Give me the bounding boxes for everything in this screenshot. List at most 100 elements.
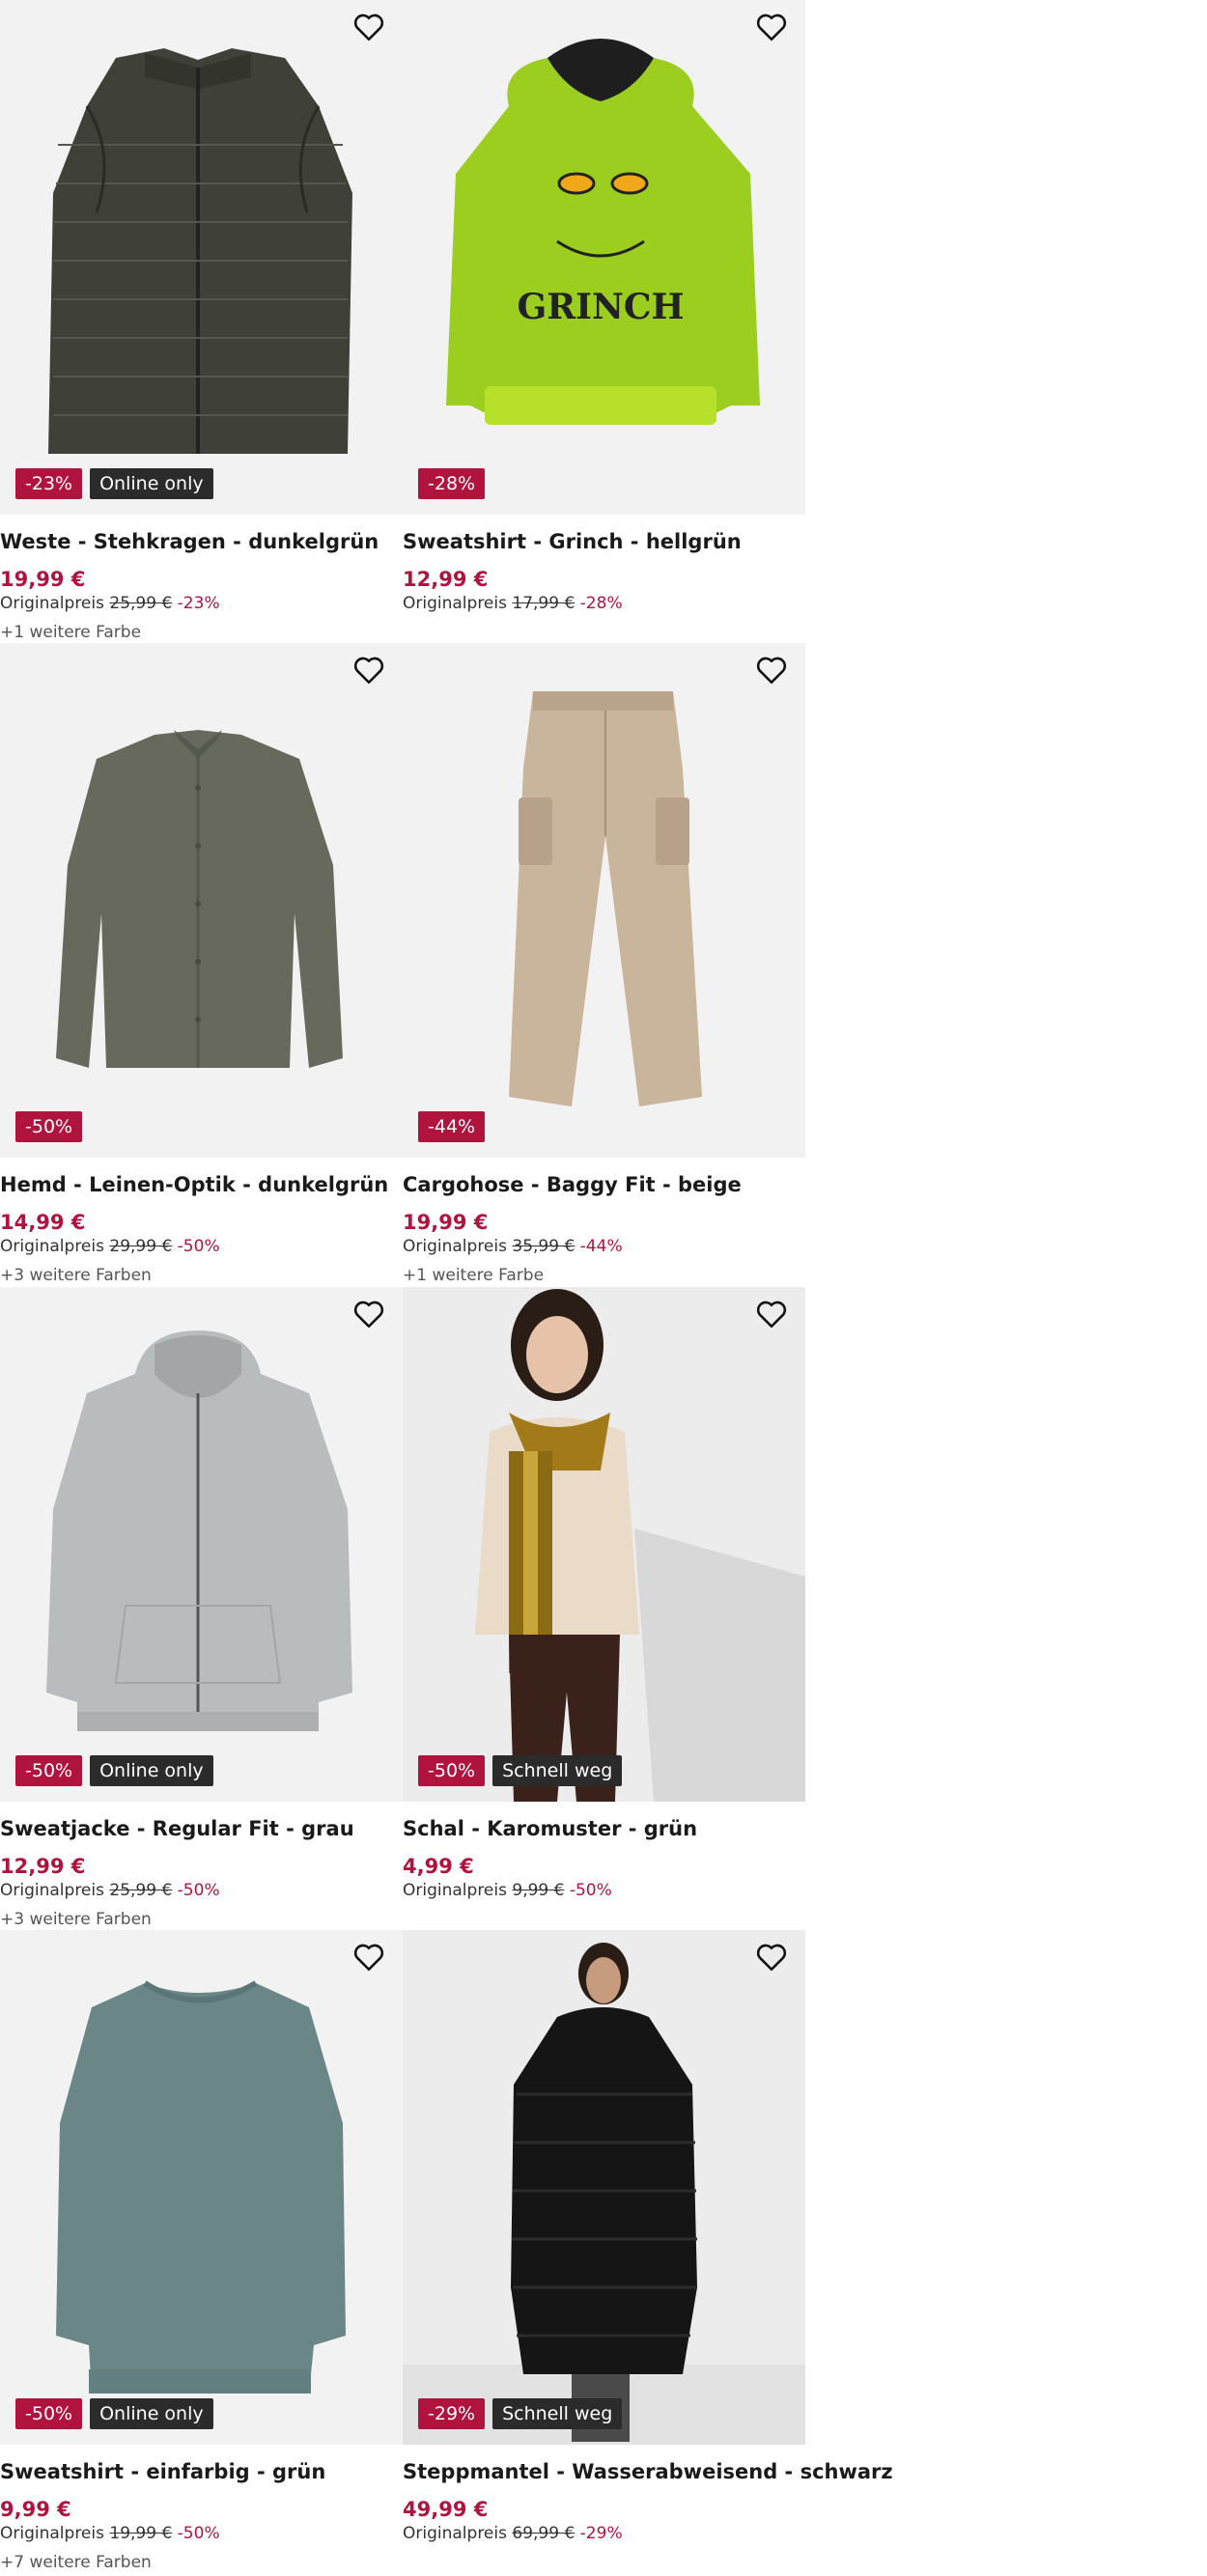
original-price-label: Originalpreis bbox=[0, 1881, 104, 1900]
product-info: Sweatshirt - Grinch - hellgrün 12,99 € O… bbox=[403, 515, 805, 643]
product-price: 19,99 € bbox=[403, 1211, 489, 1234]
discount-percent: -50% bbox=[177, 1881, 220, 1900]
badge-row: -50% Online only bbox=[15, 1755, 213, 1786]
original-price: 9,99 € bbox=[512, 1881, 565, 1900]
badge-row: -23% Online only bbox=[15, 468, 213, 499]
wishlist-heart-icon[interactable] bbox=[755, 1942, 788, 1973]
more-colors-link[interactable]: +1 weitere Farbe bbox=[0, 623, 141, 642]
badge-row: -44% bbox=[418, 1111, 486, 1142]
product-card[interactable]: -44% Cargohose - Baggy Fit - beige 19,99… bbox=[403, 643, 805, 1286]
discount-percent: -50% bbox=[177, 2524, 220, 2543]
product-card[interactable]: -50% Online only Sweatshirt - einfarbig … bbox=[0, 1930, 403, 2573]
original-price: 19,99 € bbox=[109, 2524, 173, 2543]
badge-row: -28% bbox=[418, 468, 486, 499]
badge-row: -50% bbox=[15, 1111, 83, 1142]
original-price: 25,99 € bbox=[109, 1881, 173, 1900]
badge-row: -50% Schnell weg bbox=[418, 1755, 623, 1786]
discount-badge: -50% bbox=[15, 1755, 83, 1786]
product-title[interactable]: Weste - Stehkragen - dunkelgrün bbox=[0, 530, 379, 553]
original-price-line: Originalpreis 25,99 € -23% bbox=[0, 594, 220, 613]
original-price: 25,99 € bbox=[109, 594, 173, 613]
product-image[interactable]: -23% Online only bbox=[0, 0, 403, 515]
wishlist-heart-icon[interactable] bbox=[352, 1942, 385, 1973]
product-info: Schal - Karomuster - grün 4,99 € Origina… bbox=[403, 1802, 805, 1930]
product-image[interactable]: -50% Online only bbox=[0, 1287, 403, 1802]
discount-percent: -50% bbox=[569, 1881, 612, 1900]
wishlist-heart-icon[interactable] bbox=[755, 1299, 788, 1330]
discount-badge: -44% bbox=[418, 1111, 486, 1142]
discount-percent: -23% bbox=[177, 594, 220, 613]
online-only-badge: Online only bbox=[90, 1755, 213, 1786]
more-colors-link[interactable]: +1 weitere Farbe bbox=[403, 1266, 544, 1285]
product-image[interactable]: -44% bbox=[403, 643, 805, 1158]
product-card[interactable]: GRINCH -28% Sweatshirt - Grinch - hellgr… bbox=[403, 0, 805, 643]
product-card[interactable]: -50% Hemd - Leinen-Optik - dunkelgrün 14… bbox=[0, 643, 403, 1286]
badge-row: -29% Schnell weg bbox=[418, 2398, 623, 2429]
discount-badge: -29% bbox=[418, 2398, 486, 2429]
original-price-line: Originalpreis 25,99 € -50% bbox=[0, 1881, 220, 1900]
original-price-line: Originalpreis 35,99 € -44% bbox=[403, 1237, 623, 1256]
product-title[interactable]: Hemd - Leinen-Optik - dunkelgrün bbox=[0, 1173, 388, 1196]
product-price: 4,99 € bbox=[403, 1855, 474, 1878]
product-info: Hemd - Leinen-Optik - dunkelgrün 14,99 €… bbox=[0, 1158, 403, 1286]
product-image[interactable]: -50% bbox=[0, 643, 403, 1158]
product-price: 12,99 € bbox=[0, 1855, 86, 1878]
online-only-badge: Online only bbox=[90, 468, 213, 499]
product-title[interactable]: Sweatshirt - einfarbig - grün bbox=[0, 2460, 325, 2483]
more-colors-link[interactable]: +3 weitere Farben bbox=[0, 1910, 152, 1929]
schnell-weg-badge: Schnell weg bbox=[492, 1755, 623, 1786]
product-info: Weste - Stehkragen - dunkelgrün 19,99 € … bbox=[0, 515, 403, 643]
product-title[interactable]: Sweatshirt - Grinch - hellgrün bbox=[403, 530, 742, 553]
product-title[interactable]: Sweatjacke - Regular Fit - grau bbox=[0, 1817, 354, 1840]
product-info: Sweatshirt - einfarbig - grün 9,99 € Ori… bbox=[0, 2445, 403, 2573]
product-title[interactable]: Steppmantel - Wasserabweisend - schwarz bbox=[403, 2460, 893, 2483]
product-image[interactable]: -50% Schnell weg bbox=[403, 1287, 805, 1802]
original-price: 35,99 € bbox=[512, 1237, 575, 1256]
product-price: 9,99 € bbox=[0, 2498, 71, 2521]
wishlist-heart-icon[interactable] bbox=[352, 655, 385, 686]
discount-percent: -28% bbox=[579, 594, 623, 613]
discount-percent: -50% bbox=[177, 1237, 220, 1256]
product-card[interactable]: -23% Online only Weste - Stehkragen - du… bbox=[0, 0, 403, 643]
discount-badge: -50% bbox=[418, 1755, 486, 1786]
zip-hoodie-image bbox=[0, 1287, 403, 1802]
svg-text:GRINCH: GRINCH bbox=[517, 287, 684, 327]
product-title[interactable]: Schal - Karomuster - grün bbox=[403, 1817, 697, 1840]
grinch-hoodie-image: GRINCH bbox=[403, 0, 805, 515]
online-only-badge: Online only bbox=[90, 2398, 213, 2429]
wishlist-heart-icon[interactable] bbox=[352, 1299, 385, 1330]
cargo-pants-image bbox=[403, 643, 805, 1158]
product-card[interactable]: -50% Online only Sweatjacke - Regular Fi… bbox=[0, 1287, 403, 1930]
original-price-label: Originalpreis bbox=[403, 1881, 507, 1900]
original-price: 29,99 € bbox=[109, 1237, 173, 1256]
product-card[interactable]: -50% Schnell weg Schal - Karomuster - gr… bbox=[403, 1287, 805, 1930]
product-info: Steppmantel - Wasserabweisend - schwarz … bbox=[403, 2445, 893, 2573]
product-card[interactable]: -29% Schnell weg Steppmantel - Wasserabw… bbox=[403, 1930, 893, 2573]
original-price-line: Originalpreis 69,99 € -29% bbox=[403, 2524, 623, 2543]
discount-badge: -50% bbox=[15, 1111, 83, 1142]
product-image[interactable]: -50% Online only bbox=[0, 1930, 403, 2445]
original-price: 69,99 € bbox=[512, 2524, 575, 2543]
wishlist-heart-icon[interactable] bbox=[352, 12, 385, 42]
product-image[interactable]: -29% Schnell weg bbox=[403, 1930, 805, 2445]
model-puffer-coat-image bbox=[403, 1930, 805, 2445]
original-price-label: Originalpreis bbox=[0, 2524, 104, 2543]
product-price: 49,99 € bbox=[403, 2498, 489, 2521]
wishlist-heart-icon[interactable] bbox=[755, 12, 788, 42]
product-price: 12,99 € bbox=[403, 568, 489, 591]
discount-badge: -28% bbox=[418, 468, 486, 499]
original-price-label: Originalpreis bbox=[0, 1237, 104, 1256]
original-price-line: Originalpreis 9,99 € -50% bbox=[403, 1881, 612, 1900]
more-colors-link[interactable]: +7 weitere Farben bbox=[0, 2553, 152, 2572]
discount-badge: -23% bbox=[15, 468, 83, 499]
original-price-label: Originalpreis bbox=[403, 2524, 507, 2543]
wishlist-heart-icon[interactable] bbox=[755, 655, 788, 686]
product-title[interactable]: Cargohose - Baggy Fit - beige bbox=[403, 1173, 742, 1196]
schnell-weg-badge: Schnell weg bbox=[492, 2398, 623, 2429]
discount-percent: -44% bbox=[579, 1237, 623, 1256]
more-colors-link[interactable]: +3 weitere Farben bbox=[0, 1266, 152, 1285]
original-price-label: Originalpreis bbox=[403, 1237, 507, 1256]
original-price-label: Originalpreis bbox=[0, 594, 104, 613]
product-image[interactable]: GRINCH -28% bbox=[403, 0, 805, 515]
sweatshirt-image bbox=[0, 1930, 403, 2445]
